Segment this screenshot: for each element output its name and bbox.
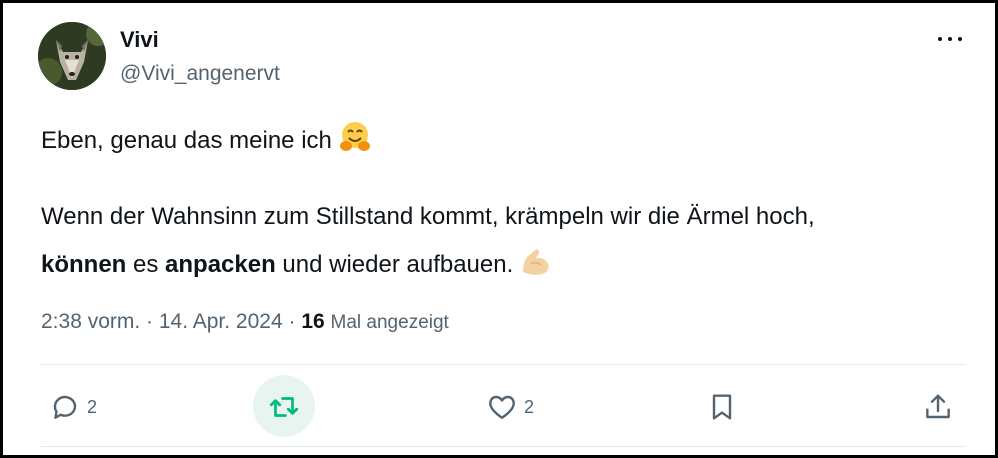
tweet-text-line-2: Wenn der Wahnsinn zum Stillstand kommt, …: [41, 203, 815, 230]
avatar[interactable]: [38, 22, 106, 90]
author-handle[interactable]: @Vivi_angenervt: [120, 62, 280, 86]
view-count: 16: [301, 310, 325, 333]
share-button[interactable]: [922, 387, 954, 427]
tweet-text-line-3: können es anpacken und wieder aufbauen.: [41, 244, 553, 285]
tweet-text-segment: es: [126, 251, 166, 278]
divider: [41, 364, 965, 365]
like-button[interactable]: 2: [486, 387, 534, 427]
bold-word: anpacken: [165, 251, 276, 278]
reply-button[interactable]: 2: [49, 387, 97, 427]
tweet-card: Vivi @Vivi_angenervt Eben, genau das mei…: [0, 0, 998, 458]
more-options-icon[interactable]: [935, 27, 965, 51]
view-count-label: Mal angezeigt: [330, 312, 449, 333]
tweet-timestamp[interactable]: 2:38 vorm. · 14. Apr. 2024 ·: [41, 310, 295, 333]
reply-icon: [53, 395, 77, 419]
wolf-avatar-image: [38, 22, 106, 90]
divider: [41, 446, 965, 447]
bold-word: können: [41, 251, 127, 278]
bookmark-button[interactable]: [706, 387, 738, 427]
flexed-biceps-emoji-icon: [519, 244, 553, 285]
tweet-text-line-1: Eben, genau das meine ich: [41, 120, 372, 161]
tweet-text-segment: und wieder aufbauen.: [275, 251, 514, 278]
reply-count: 2: [87, 396, 98, 417]
hugging-face-emoji-icon: [338, 120, 372, 161]
retweet-button[interactable]: [267, 387, 301, 427]
share-icon: [926, 394, 950, 419]
like-icon: [489, 395, 515, 419]
retweet-icon: [269, 397, 299, 417]
like-count: 2: [524, 396, 535, 417]
author-name[interactable]: Vivi: [120, 27, 159, 53]
bookmark-icon: [712, 394, 732, 420]
tweet-text-segment: Eben, genau das meine ich: [41, 127, 332, 154]
tweet-meta: 2:38 vorm. · 14. Apr. 2024 · 16 Mal ange…: [41, 310, 449, 334]
